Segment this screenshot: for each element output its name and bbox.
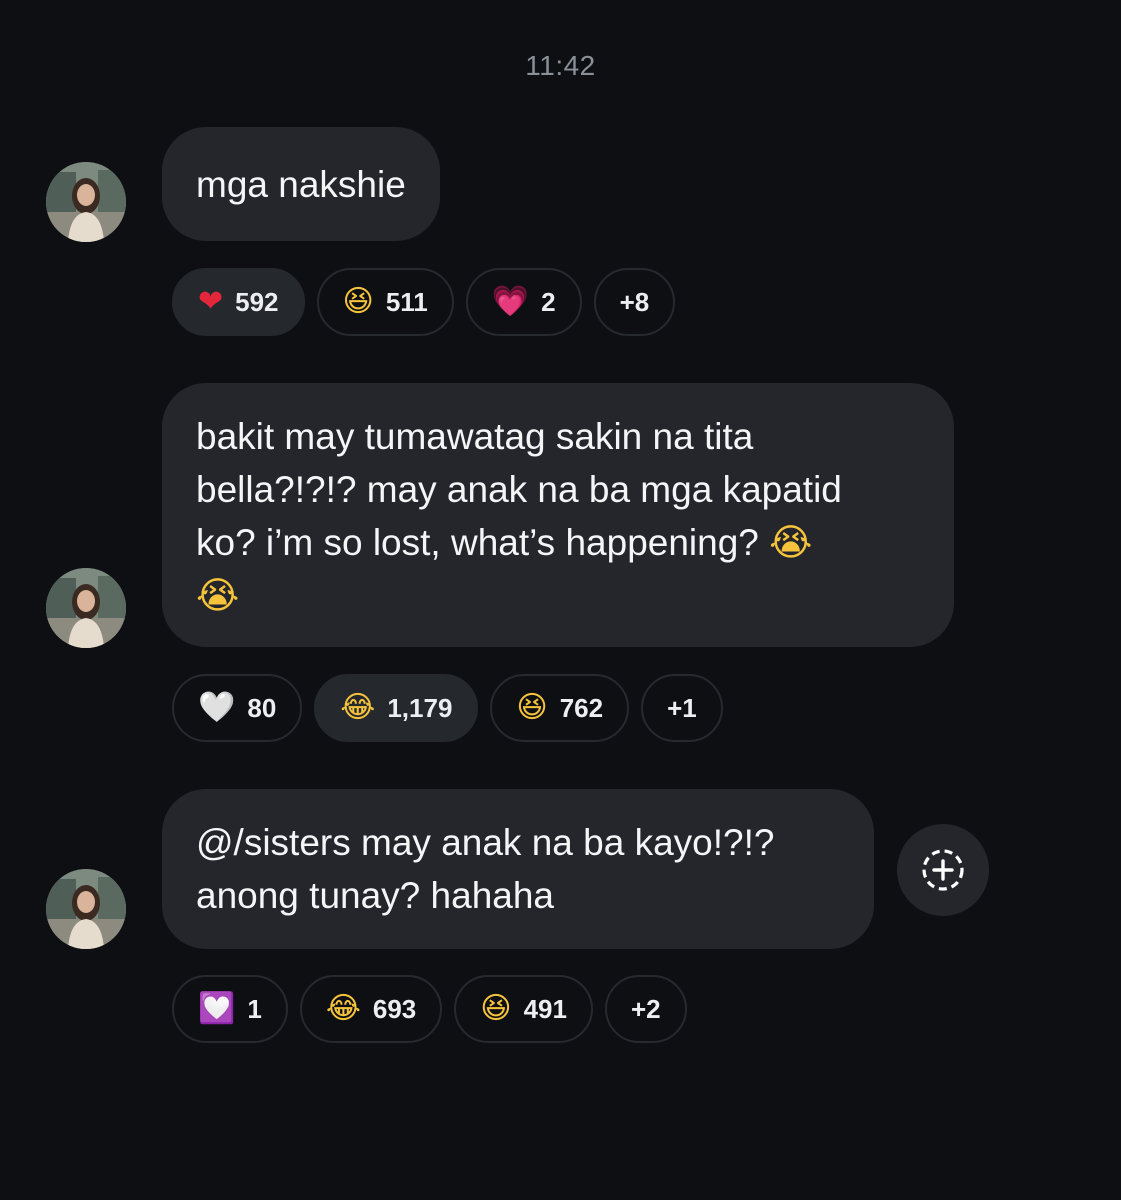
reaction-count: 511 xyxy=(385,286,428,317)
heart-decoration-icon: 💟 xyxy=(198,991,236,1026)
avatar-photo-icon xyxy=(46,869,126,949)
reaction-count: 1,179 xyxy=(387,692,453,723)
more-reactions-label: +8 xyxy=(619,286,650,317)
reaction-chip-tears-of-joy[interactable]: 😂 693 xyxy=(299,975,443,1043)
add-reaction-icon xyxy=(922,849,964,891)
message-text: bakit may tumawatag sakin na tita bella?… xyxy=(196,416,842,563)
reaction-bar: 💟 1 😂 693 😆 491 +2 xyxy=(172,975,687,1043)
message-text: @/sisters may anak na ba kayo!?!? anong … xyxy=(196,822,775,916)
reaction-chip-white-heart[interactable]: 🤍 80 xyxy=(172,674,303,742)
reaction-chip-tears-of-joy[interactable]: 😂 1,179 xyxy=(314,674,479,742)
loudly-crying-face-icon: 😭 xyxy=(196,574,240,617)
more-reactions-label: +2 xyxy=(630,993,661,1024)
message-text: mga nakshie xyxy=(196,163,406,205)
reaction-bar: 🤍 80 😂 1,179 😆 762 +1 xyxy=(172,674,723,742)
avatar-photo-icon xyxy=(46,162,126,242)
tears-of-joy-icon: 😂 xyxy=(340,690,376,725)
message-timestamp: 11:42 xyxy=(525,50,596,81)
reaction-count: 491 xyxy=(523,993,567,1024)
add-reaction-button[interactable] xyxy=(897,824,989,916)
reaction-bar: ❤ 592 😆 511 💗 2 +8 xyxy=(172,268,676,336)
reaction-chip-grinning-squinting[interactable]: 😆 491 xyxy=(454,975,593,1043)
reaction-count: 1 xyxy=(247,993,262,1024)
grinning-squinting-face-icon: 😆 xyxy=(516,690,548,725)
reaction-count: 693 xyxy=(372,993,417,1024)
reaction-count: 592 xyxy=(235,286,279,317)
grinning-squinting-face-icon: 😆 xyxy=(342,284,374,319)
tears-of-joy-icon: 😂 xyxy=(325,991,361,1026)
message-bubble[interactable]: bakit may tumawatag sakin na tita bella?… xyxy=(162,383,954,647)
more-reactions-button[interactable]: +1 xyxy=(641,674,723,742)
reaction-chip-grinning-squinting[interactable]: 😆 762 xyxy=(490,674,630,742)
more-reactions-button[interactable]: +8 xyxy=(593,268,676,336)
loudly-crying-face-icon: 😭 xyxy=(769,521,813,564)
reaction-chip-heart-decoration[interactable]: 💟 1 xyxy=(172,975,288,1043)
reaction-count: 2 xyxy=(541,286,556,317)
reaction-count: 80 xyxy=(247,692,277,723)
growing-heart-icon: 💗 xyxy=(491,284,530,319)
avatar-photo-icon xyxy=(46,568,126,648)
sender-avatar[interactable] xyxy=(46,568,126,648)
more-reactions-label: +1 xyxy=(667,692,697,723)
reaction-chip-growing-heart[interactable]: 💗 2 xyxy=(465,268,582,336)
reaction-chip-red-heart[interactable]: ❤ 592 xyxy=(172,268,305,336)
message-bubble[interactable]: @/sisters may anak na ba kayo!?!? anong … xyxy=(162,789,874,949)
more-reactions-button[interactable]: +2 xyxy=(604,975,687,1043)
sender-avatar[interactable] xyxy=(46,162,126,242)
message-bubble[interactable]: mga nakshie xyxy=(162,127,440,241)
red-heart-icon: ❤ xyxy=(198,284,224,319)
grinning-squinting-face-icon: 😆 xyxy=(480,991,512,1026)
reaction-count: 762 xyxy=(559,692,604,723)
white-heart-icon: 🤍 xyxy=(198,690,236,725)
sender-avatar[interactable] xyxy=(46,869,126,949)
reaction-chip-grinning-squinting[interactable]: 😆 511 xyxy=(316,268,454,336)
chat-screen: 11:42 mga nakshie ❤ 592 😆 511 💗 2 +8 bak… xyxy=(0,0,1121,1200)
